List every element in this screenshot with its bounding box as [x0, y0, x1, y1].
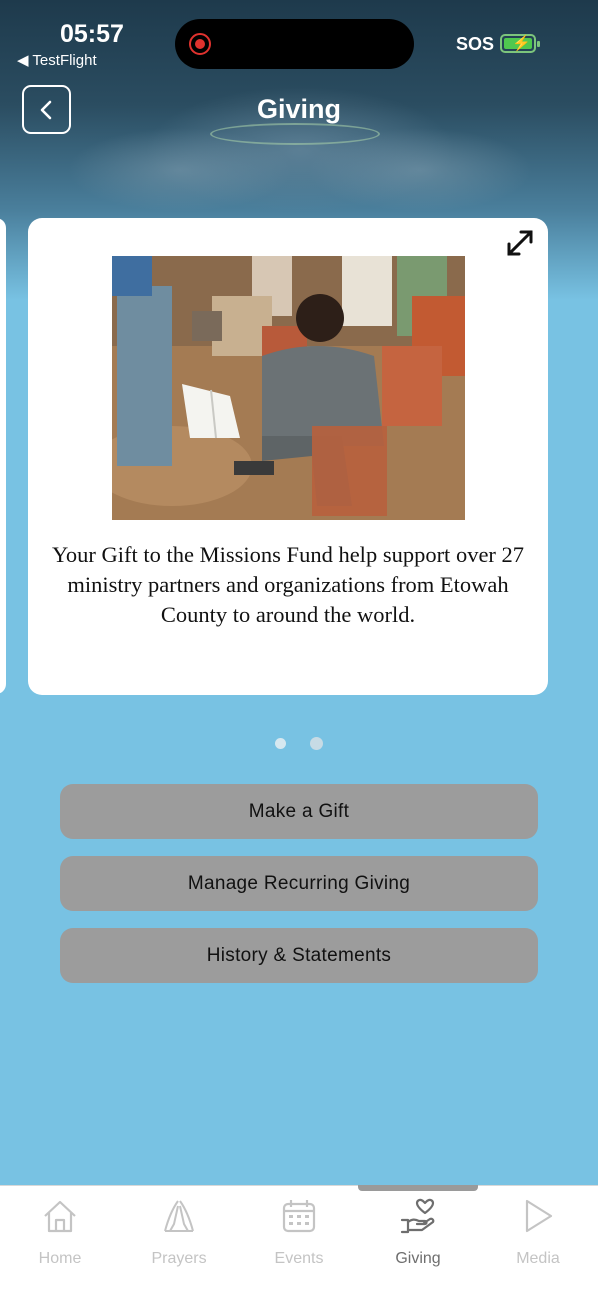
page-title: Giving	[256, 94, 341, 124]
tab-home[interactable]: Home	[0, 1186, 120, 1286]
tab-prayers[interactable]: Prayers	[119, 1186, 239, 1286]
tab-label: Home	[38, 1250, 82, 1267]
testflight-back-link[interactable]: ◀ TestFlight	[17, 51, 97, 69]
manage-recurring-giving-button[interactable]: Manage Recurring Giving	[60, 856, 538, 911]
carousel-slide-card[interactable]: Your Gift to the Missions Fund help supp…	[28, 218, 548, 695]
offering-plate-decoration	[210, 123, 380, 145]
praying-hands-icon	[164, 1200, 194, 1232]
home-icon	[44, 1200, 76, 1233]
make-gift-button[interactable]: Make a Gift	[60, 784, 538, 839]
pagination-dot[interactable]	[310, 737, 323, 750]
calendar-icon	[282, 1200, 316, 1233]
sos-indicator: SOS	[456, 34, 495, 54]
history-statements-button[interactable]: History & Statements	[60, 928, 538, 983]
missions-photo	[112, 256, 465, 520]
status-time: 05:57	[60, 20, 124, 48]
tab-label: Events	[274, 1250, 324, 1267]
tab-label: Prayers	[151, 1250, 207, 1267]
hand-heart-icon	[400, 1198, 435, 1234]
tab-bar: Home Prayers Events Giving Media	[0, 1185, 598, 1300]
tab-giving[interactable]: Giving	[358, 1186, 478, 1286]
tab-label: Media	[516, 1250, 560, 1267]
tab-events[interactable]: Events	[239, 1186, 359, 1286]
active-tab-indicator	[358, 1185, 478, 1191]
slide-caption: Your Gift to the Missions Fund help supp…	[51, 542, 525, 627]
pagination-dot[interactable]	[275, 738, 286, 749]
expand-icon[interactable]	[503, 226, 537, 260]
previous-slide-card[interactable]	[0, 218, 6, 694]
carousel-pagination[interactable]	[275, 737, 323, 750]
battery-icon: ⚡	[500, 34, 540, 53]
tab-label: Giving	[395, 1250, 441, 1267]
play-icon	[525, 1199, 553, 1233]
tab-media[interactable]: Media	[478, 1186, 598, 1286]
recording-icon	[189, 33, 211, 55]
dynamic-island	[175, 19, 414, 69]
